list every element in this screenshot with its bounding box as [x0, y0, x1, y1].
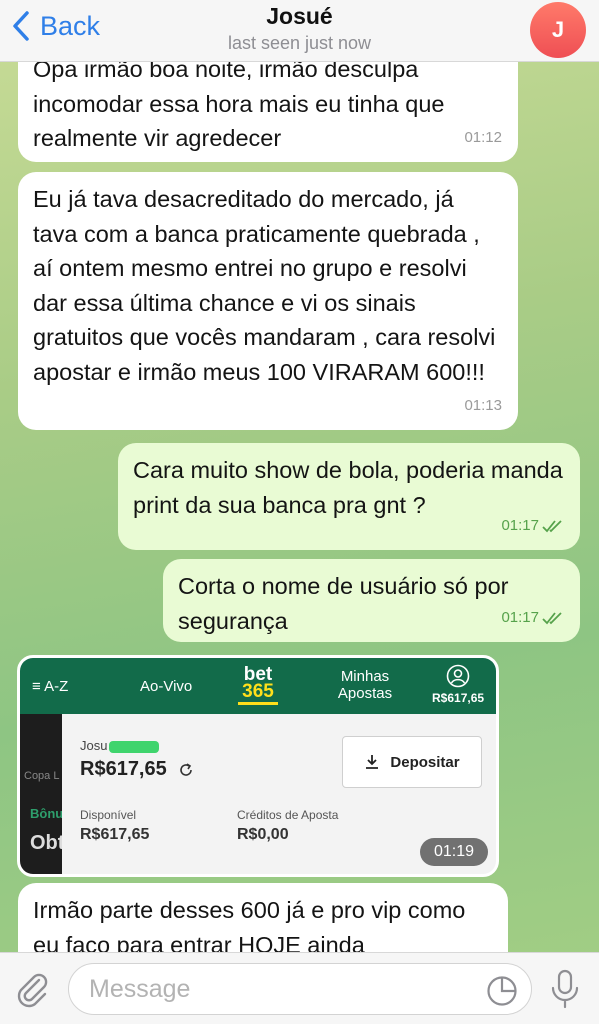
bet-nav-live: Ao-Vivo — [140, 678, 193, 695]
bet-nav-bar: ≡ A-Z Ao-Vivo bet 365 Minhas Apostas R$6… — [20, 658, 496, 714]
redaction-mark — [109, 740, 160, 753]
bet-nav-az: ≡ A-Z — [32, 678, 69, 695]
message-time: 01:13 — [464, 396, 502, 414]
bet-credits-value: R$0,00 — [237, 826, 289, 843]
message-composer — [0, 952, 599, 1024]
message-time: 01:17 — [501, 608, 539, 626]
image-message[interactable]: ≡ A-Z Ao-Vivo bet 365 Minhas Apostas R$6… — [17, 655, 499, 877]
refresh-icon — [180, 763, 193, 776]
bet-available-label: Disponível — [80, 808, 137, 822]
message-text: Eu já tava desacreditado do mercado, já … — [33, 186, 496, 385]
message-text: Opa irmão boa noite, irmão desculpa inco… — [33, 56, 445, 151]
message-input[interactable] — [68, 963, 532, 1015]
bet-side-bonus: Bônu — [30, 806, 64, 821]
bet-side-obt: Obt — [30, 832, 65, 854]
message-text: Cara muito show de bola, poderia manda p… — [133, 457, 563, 518]
bet-nav-account: R$617,65 — [432, 664, 484, 705]
bet-credits-label: Créditos de Aposta — [237, 808, 339, 822]
double-check-icon — [542, 520, 562, 533]
bet-side-panel: Copa L Bônu Obt — [20, 714, 65, 874]
bet-nav-my-bets: Minhas Apostas — [337, 668, 393, 702]
double-check-icon — [542, 612, 562, 625]
avatar[interactable]: J — [530, 2, 586, 58]
bet-nav-balance: R$617,65 — [432, 691, 485, 705]
message-bubble-outgoing[interactable]: Corta o nome de usuário só por segurança… — [163, 559, 580, 642]
contact-status: last seen just now — [227, 33, 372, 53]
message-time: 01:19 — [420, 838, 488, 866]
contact-name[interactable]: Josué — [0, 3, 599, 30]
microphone-icon[interactable] — [550, 969, 580, 1009]
message-time: 01:17 — [501, 516, 539, 534]
bet-deposit-button: Depositar — [342, 736, 482, 788]
download-icon — [366, 755, 379, 769]
bet-balance: R$617,65 — [80, 758, 194, 781]
bet365-logo-bottom: 365 — [242, 681, 274, 702]
message-time-status: 01:17 — [501, 601, 564, 636]
paperclip-icon[interactable] — [12, 968, 52, 1008]
message-time-status: 01:17 — [501, 509, 564, 544]
bet-account-name: Josu — [80, 738, 160, 753]
bet-available-value: R$617,65 — [80, 826, 150, 843]
message-time: 01:12 — [464, 128, 502, 146]
message-bubble-outgoing[interactable]: Cara muito show de bola, poderia manda p… — [118, 443, 580, 550]
sticker-icon[interactable] — [486, 975, 518, 1007]
bet365-logo: bet 365 — [238, 665, 278, 705]
bet-side-copa: Copa L — [24, 770, 60, 782]
chat-header: Back Josué last seen just now J — [0, 0, 599, 62]
user-circle-icon — [446, 664, 470, 688]
message-bubble-incoming[interactable]: Eu já tava desacreditado do mercado, já … — [18, 172, 518, 430]
